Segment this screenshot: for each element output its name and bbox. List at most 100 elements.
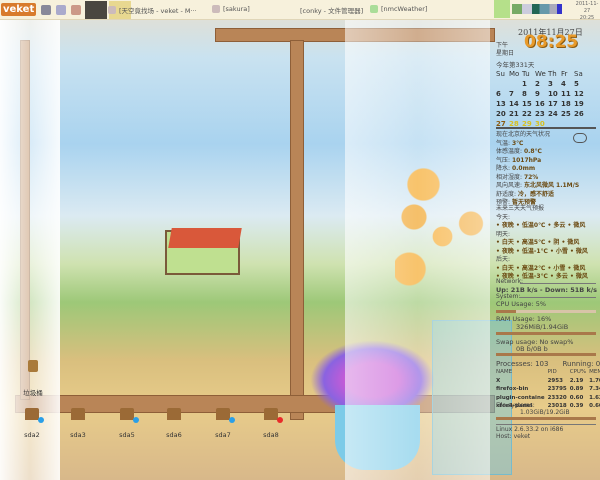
forecast-line: • 白天 • 高温2℃ • 小雪 • 微风 <box>496 264 586 272</box>
process-cell: 2.19 <box>569 377 584 384</box>
process-cell: 23320 <box>547 394 567 401</box>
weather-field-value: 东北风微风 1.1M/S <box>523 182 580 189</box>
task-conky[interactable]: [conky - 文件管理器] <box>300 5 363 15</box>
process-cell: 23795 <box>547 386 567 392</box>
weather-line: 气温: 3℃ <box>496 140 579 149</box>
calendar-day: 6 <box>496 90 501 98</box>
process-cell: 0.39 <box>569 403 584 409</box>
cloudy-weather-icon <box>573 133 587 143</box>
calendar-blank <box>496 80 509 88</box>
drive-sda5[interactable]: sda5 <box>107 408 147 439</box>
weather-current: 现在北京的天气状况 气温: 3℃ 体感温度: 0.8℃ 气压: 1017hPa 降水: … <box>496 131 579 208</box>
calendar-day: 4 <box>561 80 566 88</box>
process-column-header: CPU% <box>569 369 587 375</box>
process-row: X 2953 2.19 1.70 <box>496 377 600 386</box>
calendar-day: 7 <box>509 90 514 98</box>
calendar-weekday-header: Th <box>548 70 557 78</box>
weather-field-label: 舒适度: <box>496 190 518 198</box>
calendar-day: 18 <box>561 100 571 108</box>
calendar-day: 14 <box>509 100 519 108</box>
task-label: [sakura] <box>223 5 250 13</box>
calendar-weekday-header: Tu <box>522 70 530 78</box>
process-row: firefox-bin 237950.89 7.34 <box>496 385 600 394</box>
taskbar: veket [天空竟找场 - veket - M··· [sakura] [co… <box>0 0 600 22</box>
tray-clock[interactable]: 2011-11-27 20:25 <box>574 1 600 22</box>
drive-sda6[interactable]: sda6 <box>154 408 194 439</box>
drive-label: sda7 <box>215 431 231 439</box>
weather-field-label: 相对湿度: <box>496 173 524 181</box>
weather-field-label: 气压: <box>496 156 512 164</box>
process-cell: plugin-containe <box>496 394 545 401</box>
file-manager-icon[interactable] <box>56 4 67 15</box>
mount-status-icon <box>277 417 283 423</box>
process-column-header: MEM% <box>589 369 600 375</box>
running-count: Running: 0 <box>562 360 600 368</box>
weather-field-value: 冷，感不舒适 <box>517 190 554 198</box>
weather-field-value: 0.0mm <box>511 165 536 172</box>
weather-field-label: 风向风速: <box>496 182 524 189</box>
ram-detail: 326MiB/1.94GiB <box>516 323 569 331</box>
weather-field-value: 3℃ <box>511 139 524 147</box>
weather-line: 风向风速: 东北风微风 1.1M/S <box>496 182 579 191</box>
weather-forecast: 未来三天天气预报 今天: • 夜晚 • 低温0℃ • 多云 • 微风 明天: • 白天 … <box>496 205 588 282</box>
weather-title: 现在北京的天气状况 <box>496 131 551 138</box>
calendar-day: 23 <box>535 110 545 118</box>
terminal-icon[interactable] <box>41 4 52 15</box>
day-of-year: 今年第331天 <box>496 61 535 69</box>
calendar-day: 13 <box>496 100 506 108</box>
task-browser[interactable]: [天空竟找场 - veket - M··· <box>108 5 197 15</box>
calendar-day: 11 <box>561 90 571 98</box>
swap-bar <box>496 353 596 356</box>
calendar-day: 5 <box>574 80 579 88</box>
hard-drive-icon <box>264 408 283 423</box>
trash-label: 垃圾桶 <box>23 389 43 397</box>
browser-icon[interactable] <box>71 4 82 15</box>
calendar-day: 25 <box>561 110 571 118</box>
drive-sda3[interactable]: sda3 <box>58 408 98 439</box>
calendar-day: 19 <box>574 100 584 108</box>
workspace-1[interactable] <box>85 0 108 19</box>
calendar-day: 9 <box>535 90 540 98</box>
calendar-day: 26 <box>574 110 584 118</box>
task-label: [天空竟找场 - veket - M··· <box>119 7 197 15</box>
curtain-right <box>345 20 490 480</box>
show-desktop-button[interactable] <box>494 0 510 18</box>
mount-status-icon <box>229 417 235 423</box>
calendar-day: 8 <box>522 90 527 98</box>
weather-line: 体感温度: 0.8℃ <box>496 148 579 157</box>
drive-label: sda3 <box>70 431 86 439</box>
task-sakura[interactable]: [sakura] <box>212 5 250 13</box>
process-count: Processes: 103 <box>496 360 549 368</box>
forecast-line: • 白天 • 高温5℃ • 阴 • 微风 <box>496 239 580 246</box>
process-cell: 2953 <box>547 377 563 384</box>
mount-status-icon <box>133 417 139 423</box>
calendar-day: 3 <box>548 80 553 88</box>
trash-desktop-icon[interactable]: 垃圾桶 <box>22 360 44 397</box>
forecast-title: 未来三天天气预报 <box>496 205 545 212</box>
calendar-day: 17 <box>548 100 558 108</box>
forecast-line: 明天: <box>496 230 511 238</box>
drive-sda8[interactable]: sda8 <box>251 408 291 439</box>
weather-field-value: 72% <box>523 173 539 181</box>
tray-time: 20:25 <box>579 15 595 21</box>
calendar-day: 15 <box>522 100 532 108</box>
task-nmcweather[interactable]: [nmcWeather] <box>370 5 427 13</box>
drive-label: sda6 <box>166 431 182 439</box>
process-cell: X <box>496 377 501 384</box>
cpu-usage: CPU Usage: 5% <box>496 300 547 308</box>
start-menu-button[interactable]: veket <box>1 3 37 16</box>
drive-sda2[interactable]: sda2 <box>12 408 52 439</box>
weather-line: 相对湿度: 72% <box>496 174 579 183</box>
system-tray-icons[interactable] <box>512 4 562 14</box>
calendar-day: 24 <box>548 110 558 118</box>
cpu-bar <box>496 310 596 313</box>
weather-field-label: 体感温度: <box>496 148 524 155</box>
forecast-line: • 夜晚 • 低温0℃ • 多云 • 微风 <box>496 222 586 229</box>
divider <box>496 127 596 129</box>
calendar-blank <box>509 80 522 88</box>
forecast-line: 后天: <box>496 256 511 263</box>
hard-drive-icon <box>71 408 85 420</box>
divider <box>496 424 596 425</box>
drive-sda7[interactable]: sda7 <box>203 408 243 439</box>
weather-field-value: 0.8℃ <box>523 148 542 155</box>
